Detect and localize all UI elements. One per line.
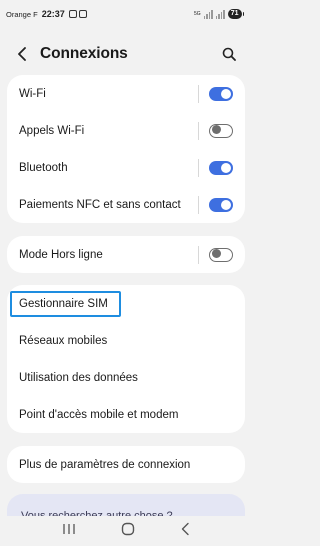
airplane-mode-label: Mode Hors ligne (19, 248, 103, 261)
network-type-icon: 5G (194, 10, 201, 17)
recents-icon[interactable] (62, 522, 76, 540)
row-mobile-networks[interactable]: Réseaux mobiles (7, 322, 245, 359)
divider (198, 195, 199, 214)
screenshot-notification-icon (78, 10, 87, 18)
nfc-toggle[interactable] (209, 197, 233, 212)
home-icon[interactable] (121, 522, 135, 541)
row-hotspot[interactable]: Point d'accès mobile et modem (7, 396, 245, 433)
wifi-label: Wi-Fi (19, 87, 46, 100)
settings-card-connectivity: Wi-Fi Appels Wi-Fi Bluetooth Paiements N… (7, 75, 245, 223)
row-bluetooth[interactable]: Bluetooth (7, 149, 245, 186)
selection-highlight (10, 291, 121, 317)
status-bar: Orange F 22:37 5G 71 (0, 0, 252, 28)
app-header: Connexions (0, 36, 252, 72)
clock: 22:37 (41, 9, 65, 19)
divider (198, 245, 199, 264)
mobile-networks-label: Réseaux mobiles (19, 334, 108, 347)
notification-icons (68, 10, 87, 18)
row-wifi-calling[interactable]: Appels Wi-Fi (7, 112, 245, 149)
more-settings-label: Plus de paramètres de connexion (19, 458, 191, 471)
search-icon[interactable] (218, 43, 240, 65)
row-airplane-mode[interactable]: Mode Hors ligne (7, 236, 245, 273)
divider (198, 121, 199, 140)
status-icons: 5G 71 (194, 9, 244, 19)
bluetooth-toggle[interactable] (209, 160, 233, 175)
wifi-calling-label: Appels Wi-Fi (19, 124, 85, 137)
bluetooth-label: Bluetooth (19, 161, 68, 174)
row-wifi[interactable]: Wi-Fi (7, 75, 245, 112)
navigation-bar (0, 516, 252, 546)
data-usage-label: Utilisation des données (19, 371, 138, 384)
divider (198, 158, 199, 177)
wifi-calling-toggle[interactable] (209, 123, 233, 138)
row-nfc[interactable]: Paiements NFC et sans contact (7, 186, 245, 223)
wifi-toggle[interactable] (209, 86, 233, 101)
settings-card-more: Plus de paramètres de connexion (7, 446, 245, 483)
back-triangle-icon[interactable] (180, 522, 190, 541)
chevron-left-icon[interactable] (12, 44, 32, 64)
row-more-settings[interactable]: Plus de paramètres de connexion (7, 446, 245, 483)
nfc-label: Paiements NFC et sans contact (19, 198, 181, 211)
settings-card-airplane: Mode Hors ligne (7, 236, 245, 273)
battery-icon: 71 (227, 9, 242, 19)
battery-tip (242, 12, 244, 16)
signal-icon (203, 9, 213, 19)
signal-2-icon (215, 9, 225, 19)
page-title: Connexions (40, 45, 128, 62)
camera-notification-icon (68, 10, 77, 18)
carrier-label: Orange F (6, 9, 38, 19)
row-data-usage[interactable]: Utilisation des données (7, 359, 245, 396)
divider (198, 84, 199, 103)
hotspot-label: Point d'accès mobile et modem (19, 408, 179, 421)
airplane-mode-toggle[interactable] (209, 247, 233, 262)
